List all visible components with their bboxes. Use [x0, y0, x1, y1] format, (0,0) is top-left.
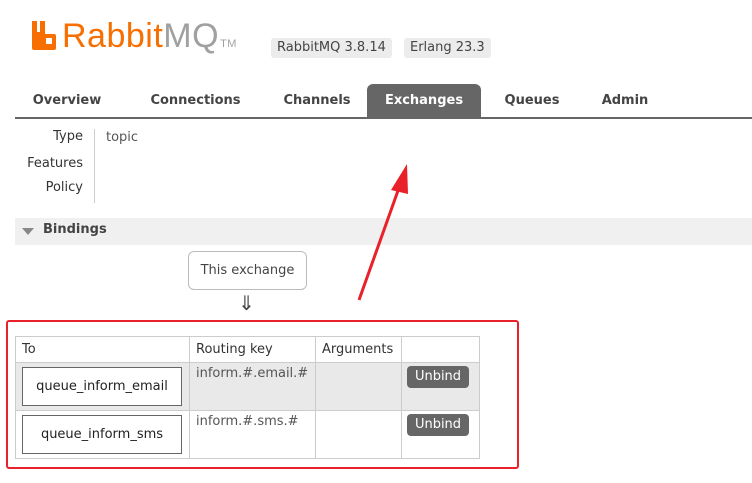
- rabbitmq-logo-icon: [32, 21, 56, 50]
- bindings-section-header[interactable]: Bindings: [15, 218, 752, 245]
- tab-admin[interactable]: Admin: [589, 84, 661, 117]
- logo-wordmark: RabbitMQTM: [62, 16, 237, 56]
- features-label: Features: [27, 156, 83, 171]
- down-double-arrow-icon: ⇓: [238, 291, 255, 315]
- rabbitmq-version-badge: RabbitMQ 3.8.14: [271, 38, 392, 58]
- tab-exchanges[interactable]: Exchanges: [367, 84, 481, 117]
- tab-overview[interactable]: Overview: [21, 84, 113, 117]
- erlang-version-badge: Erlang 23.3: [404, 38, 491, 58]
- tab-channels[interactable]: Channels: [265, 84, 369, 117]
- tab-connections[interactable]: Connections: [133, 84, 258, 117]
- exchange-details: Type Features Policy topic: [15, 126, 315, 204]
- logo-mq-text: MQ: [163, 17, 220, 55]
- logo-tm-text: TM: [220, 38, 237, 50]
- this-exchange-box: This exchange: [188, 251, 307, 290]
- main-nav-tabs: Overview Connections Channels Exchanges …: [15, 84, 752, 119]
- details-labels: Type Features Policy: [15, 126, 83, 204]
- policy-label: Policy: [45, 180, 83, 195]
- annotation-highlight-box: [6, 320, 519, 469]
- type-label: Type: [53, 129, 83, 144]
- collapse-triangle-icon[interactable]: [22, 228, 34, 235]
- rabbitmq-logo: RabbitMQTM: [30, 16, 260, 56]
- type-value: topic: [106, 130, 139, 145]
- bindings-title: Bindings: [43, 222, 107, 237]
- details-divider: [94, 129, 95, 203]
- logo-rabbit-text: Rabbit: [62, 17, 164, 55]
- tab-queues[interactable]: Queues: [493, 84, 571, 117]
